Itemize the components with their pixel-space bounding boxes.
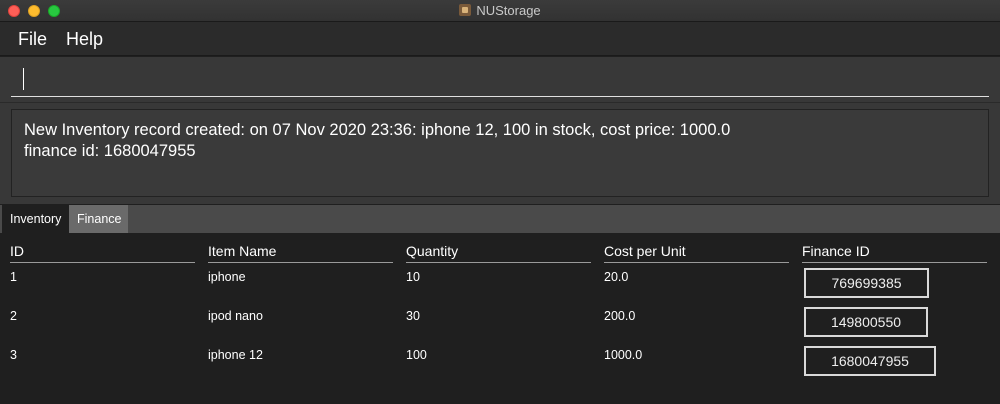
tab-inventory[interactable]: Inventory <box>2 205 69 233</box>
column-header-id[interactable]: ID <box>10 243 195 263</box>
column-header-item-name[interactable]: Item Name <box>208 243 393 263</box>
command-input[interactable] <box>11 61 989 97</box>
window-title-wrap: NUStorage <box>0 3 1000 18</box>
menu-file[interactable]: File <box>18 29 47 50</box>
result-display: New Inventory record created: on 07 Nov … <box>11 109 989 197</box>
finance-id-button[interactable]: 149800550 <box>804 307 928 337</box>
result-line-1: New Inventory record created: on 07 Nov … <box>24 121 731 139</box>
inventory-table: ID Item Name Quantity Cost per Unit Fina… <box>0 233 1000 404</box>
column-header-cost-per-unit[interactable]: Cost per Unit <box>604 243 789 263</box>
cell-id: 2 <box>10 309 17 323</box>
column-header-cost-per-unit-label: Cost per Unit <box>604 243 686 259</box>
title-bar: NUStorage <box>0 0 1000 22</box>
cell-item-name: ipod nano <box>208 309 263 323</box>
result-display-area: New Inventory record created: on 07 Nov … <box>0 102 1000 204</box>
cell-id: 3 <box>10 348 17 362</box>
cell-cost: 20.0 <box>604 270 629 284</box>
finance-id-button[interactable]: 769699385 <box>804 268 929 298</box>
command-box-area <box>0 57 1000 102</box>
column-header-finance-id[interactable]: Finance ID <box>802 243 987 263</box>
column-header-quantity-label: Quantity <box>406 243 459 259</box>
cell-item-name: iphone <box>208 270 246 284</box>
column-header-item-name-label: Item Name <box>208 243 277 259</box>
window-title: NUStorage <box>476 3 541 18</box>
menu-help[interactable]: Help <box>66 29 103 50</box>
app-icon <box>459 4 472 16</box>
column-header-id-label: ID <box>10 243 24 259</box>
cell-cost: 1000.0 <box>604 348 643 362</box>
cell-quantity: 100 <box>406 348 427 362</box>
text-caret <box>23 68 24 90</box>
cell-cost: 200.0 <box>604 309 636 323</box>
column-header-quantity[interactable]: Quantity <box>406 243 591 263</box>
tab-bar: Inventory Finance <box>0 205 1000 233</box>
cell-quantity: 10 <box>406 270 420 284</box>
result-line-2: finance id: 1680047955 <box>24 142 196 160</box>
menu-bar: File Help <box>0 22 1000 56</box>
column-header-finance-id-label: Finance ID <box>802 243 870 259</box>
cell-quantity: 30 <box>406 309 420 323</box>
cell-id: 1 <box>10 270 17 284</box>
cell-item-name: iphone 12 <box>208 348 263 362</box>
tab-finance[interactable]: Finance <box>69 205 128 233</box>
finance-id-button[interactable]: 1680047955 <box>804 346 936 376</box>
